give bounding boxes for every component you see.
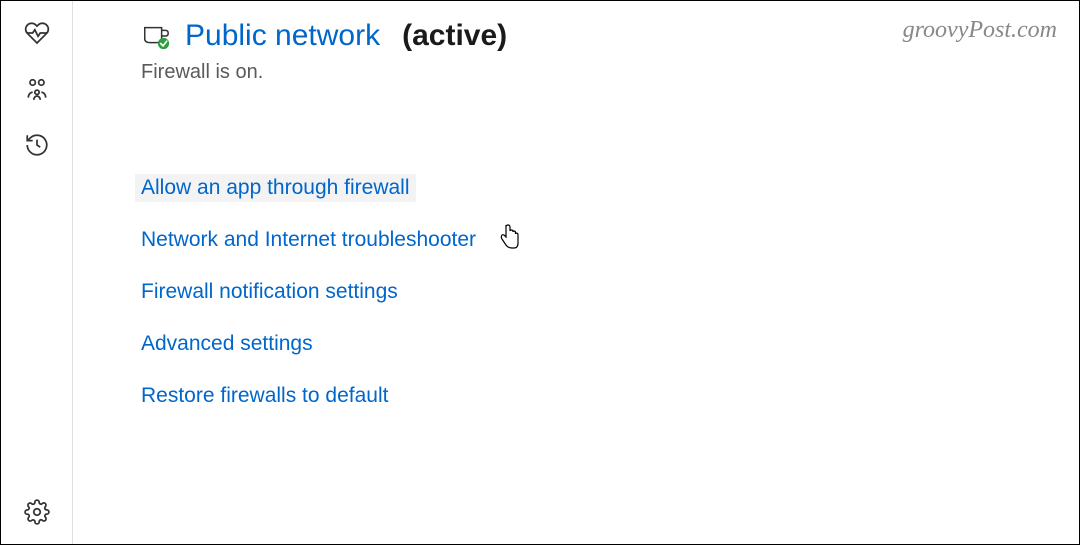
page-title-link[interactable]: Public network — [185, 19, 380, 53]
device-performance-icon[interactable] — [23, 19, 51, 47]
advanced-settings-link[interactable]: Advanced settings — [135, 330, 319, 358]
network-troubleshooter-link[interactable]: Network and Internet troubleshooter — [135, 226, 482, 254]
protection-history-icon[interactable] — [23, 131, 51, 159]
watermark-text: groovyPost.com — [903, 17, 1057, 44]
links-section: Allow an app through firewall Network an… — [141, 174, 1039, 410]
sidebar — [1, 1, 73, 544]
restore-firewalls-link[interactable]: Restore firewalls to default — [135, 382, 394, 410]
settings-icon[interactable] — [23, 498, 51, 526]
firewall-status-text: Firewall is on. — [141, 61, 1039, 84]
firewall-notification-settings-link[interactable]: Firewall notification settings — [135, 278, 404, 306]
public-network-icon — [141, 21, 171, 51]
main-content: Public network (active) Firewall is on. … — [73, 1, 1079, 544]
active-status-label: (active) — [402, 19, 507, 53]
allow-app-link[interactable]: Allow an app through firewall — [135, 174, 416, 202]
family-options-icon[interactable] — [23, 75, 51, 103]
